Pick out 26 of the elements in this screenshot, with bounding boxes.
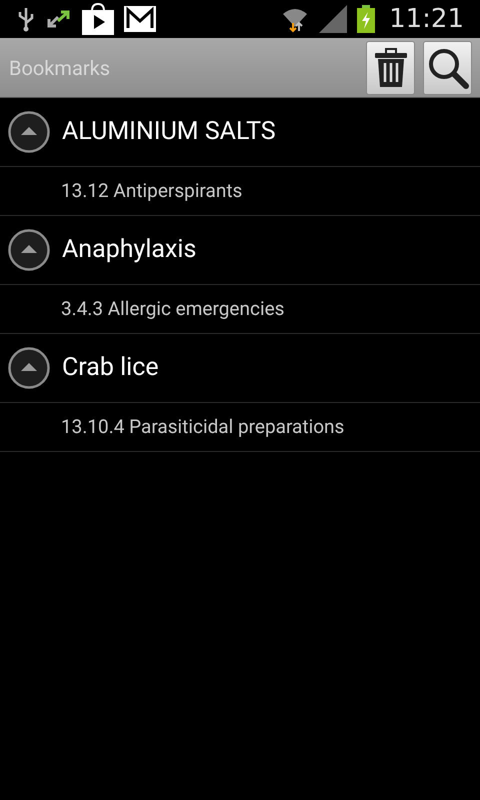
search-icon [426, 46, 468, 88]
group-title: Anaphylaxis [62, 234, 196, 266]
child-label: 3.4.3 Allergic emergencies [61, 296, 284, 322]
group-row[interactable]: ALUMINIUM SALTS [0, 98, 480, 167]
delete-button[interactable] [366, 40, 415, 94]
action-bar-title: Bookmarks [9, 54, 112, 82]
battery-icon [357, 5, 376, 33]
group-title: ALUMINIUM SALTS [62, 116, 276, 148]
clock: 11:21 [389, 2, 464, 36]
group-row[interactable]: Anaphylaxis [0, 216, 480, 285]
trash-icon [374, 48, 408, 88]
child-row[interactable]: 3.4.3 Allergic emergencies [0, 285, 480, 334]
child-label: 13.12 Antiperspirants [61, 178, 242, 204]
child-row[interactable]: 13.10.4 Parasiticidal preparations [0, 403, 480, 452]
mail-icon [124, 6, 156, 32]
child-row[interactable]: 13.12 Antiperspirants [0, 167, 480, 216]
collapse-icon[interactable] [8, 229, 50, 271]
group-title: Crab lice [62, 352, 159, 384]
collapse-icon[interactable] [8, 111, 50, 153]
signal-icon [319, 5, 348, 33]
play-store-icon [82, 3, 114, 35]
collapse-icon[interactable] [8, 347, 50, 389]
usb-icon [16, 6, 36, 32]
child-label: 13.10.4 Parasiticidal preparations [61, 414, 344, 440]
group-row[interactable]: Crab lice [0, 334, 480, 403]
search-button[interactable] [423, 40, 472, 94]
